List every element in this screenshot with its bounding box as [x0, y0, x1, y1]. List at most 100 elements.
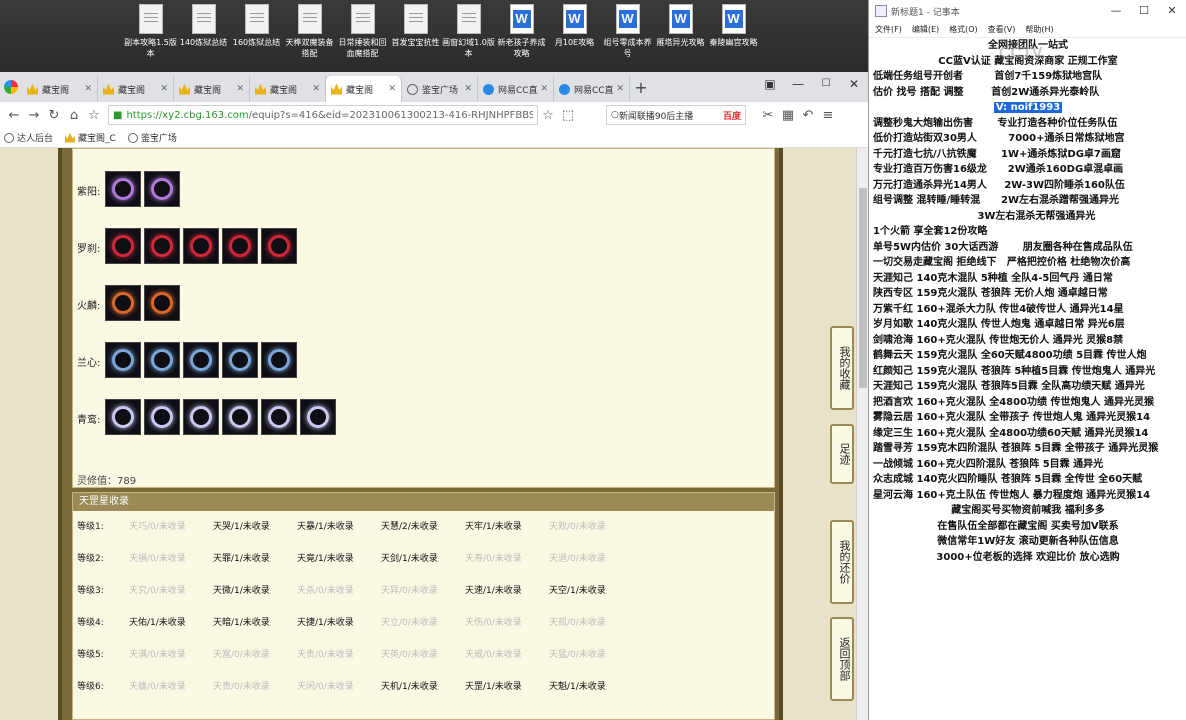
tab-close-icon[interactable]: ✕ [540, 84, 548, 94]
desktop-icon[interactable]: 140炼狱总结 [177, 4, 230, 70]
desktop-icon[interactable]: 副本攻略1.5版本 [124, 4, 177, 70]
equipment-item-icon[interactable] [222, 342, 258, 378]
notepad-line: 万紫千红 160+混杀大力队 传世4破传世人 通异光14星 [873, 303, 1124, 315]
notepad-menu-item[interactable]: 帮助(H) [1025, 24, 1053, 35]
tab-3[interactable]: 藏宝阁 ✕ [174, 76, 250, 102]
desktop-icon[interactable]: 首发宝宝抗性 [389, 4, 442, 70]
equipment-item-icon[interactable] [183, 228, 219, 264]
tab-label: 网易CC直 [574, 85, 614, 96]
tab-close-icon[interactable]: ✕ [388, 84, 396, 94]
tab-close-icon[interactable]: ✕ [236, 84, 244, 94]
desktop-icon[interactable]: 画窗幻域1.0版本 [442, 4, 495, 70]
equipment-item-icon[interactable] [105, 342, 141, 378]
notepad-line: 千元打造七抗/八抗铁魔 1W+通杀炼狱DG卓7画窟 [873, 148, 1121, 160]
notepad-line: 3000+位老板的选择 欢迎比价 放心选购 [936, 551, 1120, 563]
tab-close-icon[interactable]: ✕ [312, 84, 320, 94]
side-tool-button[interactable]: 我的收藏 [830, 326, 854, 410]
equipment-item-icon[interactable] [261, 228, 297, 264]
equipment-item-icon[interactable] [183, 399, 219, 435]
reload-icon[interactable]: ↻ [44, 108, 64, 123]
equipment-item-icon[interactable] [144, 285, 180, 321]
notepad-menu-item[interactable]: 查看(V) [988, 24, 1016, 35]
equipment-item-icon[interactable] [144, 171, 180, 207]
tab-7[interactable]: 网易CC直 ✕ [478, 76, 554, 102]
menu-lines-icon[interactable]: ≡ [818, 108, 838, 123]
desktop-icon[interactable]: 160炼狱总结 [230, 4, 283, 70]
tab-close-icon[interactable]: ✕ [160, 84, 168, 94]
equipment-item-icon[interactable] [222, 399, 258, 435]
maximize-button[interactable]: ☐ [812, 72, 840, 98]
desktop-icon-label: 副本攻略1.5版本 [124, 38, 177, 58]
crown-icon [255, 83, 266, 95]
section-title: 天罡星收录 [73, 493, 774, 511]
equipment-item-icon[interactable] [144, 342, 180, 378]
notepad-text-area[interactable]: CCTV 全网接团队一站式 CC蓝V认证 藏宝阁资深商家 正规工作室 低端任务组号开… [869, 38, 1186, 720]
scroll-thumb[interactable] [859, 188, 867, 388]
notepad-menu-item[interactable]: 编辑(E) [912, 24, 939, 35]
tab-6[interactable]: 鉴宝广场 ✕ [402, 76, 478, 102]
desktop-icon[interactable]: W 月10E攻略 [548, 4, 601, 70]
notepad-line: 专业打造百万伤害16级龙 2W通杀160DG卓混卓画 [873, 164, 1124, 175]
tab-8[interactable]: 网易CC直 ✕ [554, 76, 630, 102]
scrollbar[interactable] [856, 148, 868, 720]
desktop-icon[interactable]: W 雁塔异光攻略 [654, 4, 707, 70]
tab-1[interactable]: 藏宝阁 ✕ [22, 76, 98, 102]
bookmark-item[interactable]: 鉴宝广场 [127, 131, 177, 144]
undo-icon[interactable]: ↶ [798, 108, 818, 123]
notepad-maximize-button[interactable]: ☐ [1130, 0, 1158, 22]
search-icon: ○ [611, 110, 619, 120]
equipment-item-icon[interactable] [222, 228, 258, 264]
notepad-line: 1个火箭 享全套12份攻略 [873, 226, 988, 237]
notepad-menu-item[interactable]: 文件(F) [875, 24, 902, 35]
equipment-item-icon[interactable] [105, 171, 141, 207]
equipment-item-icon[interactable] [105, 399, 141, 435]
url-bar[interactable]: ■ https://xy2.cbg.163.com /equip?s=416&e… [108, 105, 538, 125]
search-box[interactable]: ○ 新闻联播90后主播 百度 [606, 105, 746, 125]
back-icon[interactable]: ← [4, 108, 24, 123]
collection-row: 等级6: 天雄/0/未收录 天贵/0/未收录 天闲/0/未收录 天机/1/未收录 天罡/1… [73, 679, 773, 695]
equipment-item-icon[interactable] [144, 228, 180, 264]
minimize-button[interactable]: — [784, 72, 812, 98]
notepad-menu-item[interactable]: 格式(O) [949, 24, 978, 35]
tab-2[interactable]: 藏宝阁 ✕ [98, 76, 174, 102]
bookmark-item[interactable]: 达人后台 [4, 131, 53, 144]
notepad-minimize-button[interactable]: — [1102, 0, 1130, 22]
new-tab-button[interactable]: + [630, 76, 652, 102]
close-button[interactable]: ✕ [840, 72, 868, 98]
desktop-icon[interactable]: W 秦陵幽宫攻略 [707, 4, 760, 70]
side-tool-button[interactable]: 返回顶部 [830, 617, 854, 701]
tab-close-icon[interactable]: ✕ [616, 84, 624, 94]
home-icon[interactable]: ⌂ [64, 108, 84, 123]
equipment-item-icon[interactable] [261, 342, 297, 378]
bookmark-item[interactable]: 藏宝阁_C [65, 131, 116, 144]
desktop-icon[interactable]: 日常捶装和回血魔搭配 [336, 4, 389, 70]
desktop-icon-label: 雁塔异光攻略 [656, 38, 705, 47]
tab-close-icon[interactable]: ✕ [84, 84, 92, 94]
desktop-icon[interactable]: W 新老孩子养成攻略 [495, 4, 548, 70]
tab-5[interactable]: 藏宝阁 ✕ [326, 76, 402, 102]
notepad-close-button[interactable]: ✕ [1158, 0, 1186, 22]
collection-cell: 天孤/0/未收录 [549, 618, 606, 628]
desktop-icon[interactable]: W 组号零成本养号 [601, 4, 654, 70]
equipment-item-icon[interactable] [300, 399, 336, 435]
equipment-item-icon[interactable] [183, 342, 219, 378]
equipment-item-icon[interactable] [105, 228, 141, 264]
side-tool-button[interactable]: 我的还价 [830, 520, 854, 604]
menu-icon[interactable]: ▣ [756, 72, 784, 98]
tab-close-icon[interactable]: ✕ [464, 84, 472, 94]
side-tool-button[interactable]: 足迹 [830, 424, 854, 484]
grid-icon[interactable]: ▦ [778, 108, 798, 123]
tab-4[interactable]: 藏宝阁 ✕ [250, 76, 326, 102]
bookmark-star-icon[interactable]: ☆ [84, 108, 104, 123]
equipment-item-icon[interactable] [144, 399, 180, 435]
favorite-star-icon[interactable]: ☆ [538, 108, 558, 123]
cut-icon[interactable]: ✂ [758, 108, 778, 123]
desktop-icon-label: 画窗幻域1.0版本 [442, 38, 495, 58]
equipment-item-icon[interactable] [261, 399, 297, 435]
notepad-line: 众志成城 140克火四阶睡队 苍狼阵 5目霖 全传世 全60天赋 [873, 474, 1143, 485]
forward-icon[interactable]: → [24, 108, 44, 123]
desktop-icon[interactable]: 天榫双魔装备搭配 [283, 4, 336, 70]
browser-logo-icon[interactable] [0, 72, 22, 102]
equipment-item-icon[interactable] [105, 285, 141, 321]
extension-icon[interactable]: ⬚ [558, 108, 578, 123]
